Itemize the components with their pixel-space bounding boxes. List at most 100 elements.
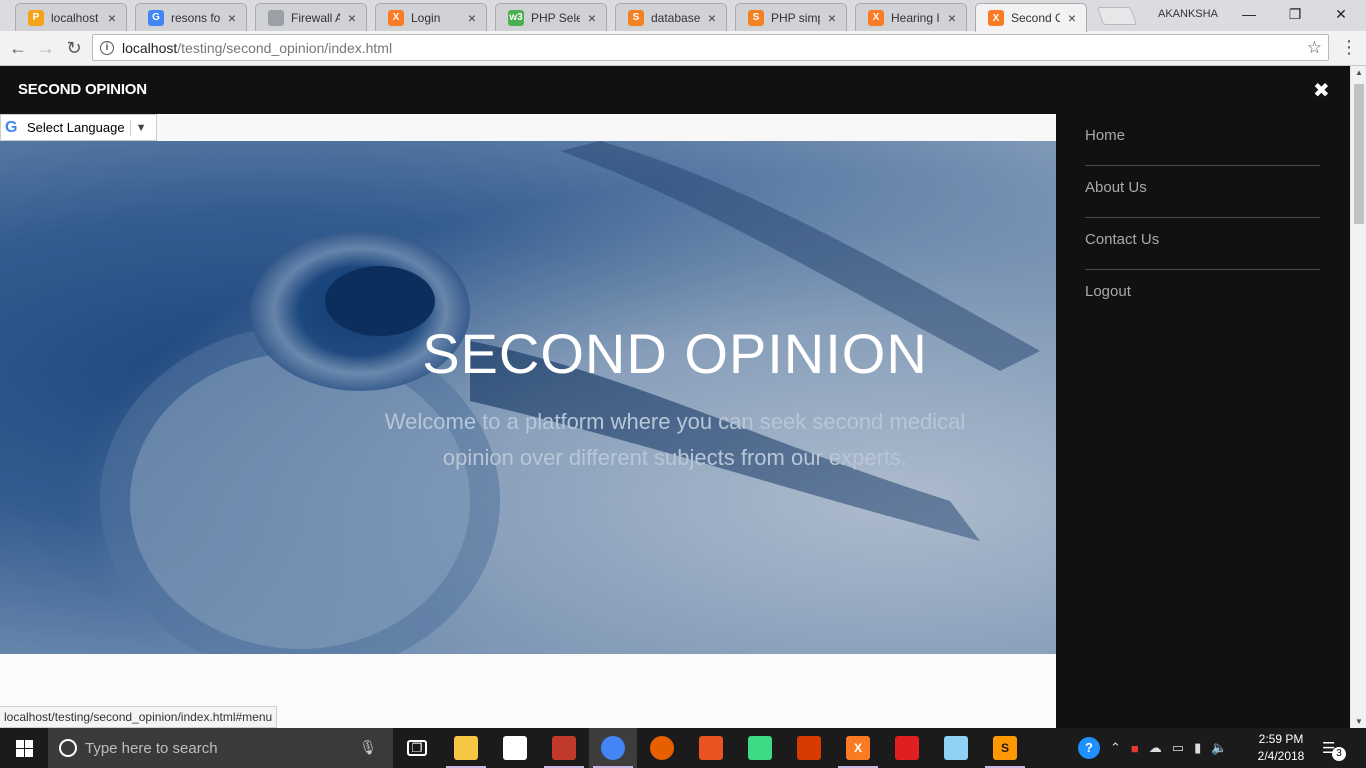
profile-name[interactable]: AKANKSHA	[1158, 8, 1218, 20]
tab-title: database -	[651, 10, 700, 25]
tab-title: Hearing Im	[891, 10, 940, 25]
tray-chevron-icon[interactable]: ⌃	[1110, 740, 1121, 756]
taskbar-search[interactable]: Type here to search 🎙	[48, 728, 393, 768]
clock[interactable]: 2:59 PM 2/4/2018	[1250, 731, 1312, 765]
taskbar-app-android-studio[interactable]	[736, 728, 784, 768]
ubuntu-app-icon	[699, 736, 723, 760]
notification-badge: 3	[1332, 747, 1346, 761]
onedrive-icon[interactable]: ☁	[1149, 740, 1162, 756]
tab-close-icon[interactable]: ×	[344, 10, 360, 26]
network-icon[interactable]: ▭	[1172, 740, 1184, 756]
microphone-icon[interactable]: 🎙	[359, 739, 377, 756]
tab-close-icon[interactable]: ×	[824, 10, 840, 26]
battery-icon[interactable]: ▮	[1194, 740, 1201, 756]
back-icon[interactable]: ←	[6, 36, 30, 60]
browser-tab[interactable]: Sdatabase - ×	[615, 3, 727, 31]
taskbar-app-xampp[interactable]: X	[834, 728, 882, 768]
chrome-icon	[601, 736, 625, 760]
taskbar-app-notepad-app[interactable]	[932, 728, 980, 768]
browser-tab[interactable]: Gresons for l ×	[135, 3, 247, 31]
scrollbar-thumb[interactable]	[1354, 84, 1364, 224]
tab-title: Second Op	[1011, 11, 1060, 25]
tab-close-icon[interactable]: ×	[224, 10, 240, 26]
browser-tab[interactable]: w3 PHP Select ×	[495, 3, 607, 31]
tab-close-icon[interactable]: ×	[944, 10, 960, 26]
page-scrollbar[interactable]: ▲ ▼	[1350, 66, 1366, 728]
office-app-icon	[797, 736, 821, 760]
windows-logo-icon	[15, 739, 33, 757]
menu-item-logout[interactable]: Logout	[1085, 270, 1320, 322]
tab-title: PHP Select	[531, 10, 580, 25]
stackoverflow-icon: S	[748, 9, 764, 26]
taskbar-app-file-explorer[interactable]	[442, 728, 490, 768]
new-tab-button[interactable]	[1096, 7, 1138, 25]
language-select[interactable]: G Select Language ▼	[0, 114, 157, 141]
clock-time: 2:59 PM	[1258, 732, 1304, 746]
bookmark-star-icon[interactable]: ☆	[1307, 38, 1322, 58]
task-view-icon: ❐	[407, 740, 427, 756]
browser-tab[interactable]: S PHP simple ×	[735, 3, 847, 31]
reload-icon[interactable]: ↻	[62, 36, 86, 60]
translate-bar: G Select Language ▼	[0, 114, 1056, 141]
xampp-icon: X	[388, 9, 404, 26]
taskbar-app-sublime-text[interactable]: S	[981, 728, 1029, 768]
taskbar-app-acrobat[interactable]	[883, 728, 931, 768]
notification-center-icon[interactable]: ☰ 3	[1322, 739, 1346, 761]
taskbar-search-placeholder: Type here to search	[85, 739, 218, 757]
taskbar-app-chrome[interactable]	[589, 728, 637, 768]
page-viewport: SECOND OPINION ✖ G Select Language ▼ SEC…	[0, 66, 1350, 728]
browser-menu-icon[interactable]: ⋮	[1340, 37, 1358, 58]
volume-icon[interactable]: 🔈	[1211, 740, 1227, 756]
menu-close-icon[interactable]: ✖	[1313, 78, 1330, 103]
tab-close-icon[interactable]: ×	[1064, 10, 1080, 26]
acrobat-icon	[895, 736, 919, 760]
tab-close-icon[interactable]: ×	[104, 10, 120, 26]
address-bar[interactable]: i localhost/testing/second_opinion/index…	[92, 34, 1329, 61]
android-studio-icon	[748, 736, 772, 760]
tab-close-icon[interactable]: ×	[584, 10, 600, 26]
taskbar-app-office-app[interactable]	[785, 728, 833, 768]
close-window-icon[interactable]: ✕	[1326, 4, 1356, 24]
minimize-icon[interactable]: —	[1234, 4, 1264, 24]
gift-icon[interactable]: ■	[1131, 741, 1139, 756]
scroll-down-icon[interactable]: ▼	[1351, 717, 1366, 726]
tab-title: Login	[411, 10, 441, 25]
w3schools-icon: w3	[508, 9, 524, 26]
tab-close-icon[interactable]: ×	[704, 10, 720, 26]
taskbar-app-snipping-tool[interactable]	[540, 728, 588, 768]
stethoscope-image	[0, 141, 1056, 654]
help-icon[interactable]: ?	[1078, 737, 1100, 759]
menu-item-about-us[interactable]: About Us	[1085, 166, 1320, 218]
tab-close-icon[interactable]: ×	[464, 10, 480, 26]
taskbar-app-task-view[interactable]: ❐	[393, 728, 441, 768]
site-logo[interactable]: SECOND OPINION	[18, 81, 147, 98]
browser-tab[interactable]: Plocalhost / ×	[15, 3, 127, 31]
menu-item-home[interactable]: Home	[1085, 114, 1320, 166]
tab-title: PHP simple	[771, 10, 820, 25]
taskbar-app-ubuntu-app[interactable]	[687, 728, 735, 768]
xampp-icon: X	[846, 736, 870, 760]
browser-tab[interactable]: X Hearing Im ×	[855, 3, 967, 31]
taskbar-app-store[interactable]	[491, 728, 539, 768]
tab-title: Firewall Au	[291, 10, 340, 25]
status-url-tooltip: localhost/testing/second_opinion/index.h…	[0, 706, 278, 728]
browser-tab[interactable]: Firewall Au ×	[255, 3, 367, 31]
browser-tab[interactable]: X Second Op ×	[975, 3, 1087, 32]
restore-icon[interactable]: ❐	[1280, 4, 1310, 24]
forward-icon[interactable]: →	[34, 36, 58, 60]
divider	[129, 119, 131, 136]
browser-tab-strip: Plocalhost /×Gresons for l×Firewall Au×X…	[0, 0, 1366, 32]
cortana-icon	[59, 739, 77, 757]
google-icon: G	[5, 118, 18, 136]
dropdown-arrow-icon: ▼	[135, 121, 147, 134]
system-tray: ? ⌃ ■ ☁ ▭ ▮ 🔈	[1073, 728, 1232, 768]
url-host: localhost	[122, 39, 178, 56]
browser-tab[interactable]: X Login ×	[375, 3, 487, 31]
firefox-icon	[650, 736, 674, 760]
document-icon	[268, 9, 284, 26]
menu-item-contact-us[interactable]: Contact Us	[1085, 218, 1320, 270]
site-info-icon[interactable]: i	[100, 40, 114, 55]
taskbar-app-firefox[interactable]	[638, 728, 686, 768]
scroll-up-icon[interactable]: ▲	[1351, 68, 1366, 77]
start-button[interactable]	[0, 728, 48, 768]
